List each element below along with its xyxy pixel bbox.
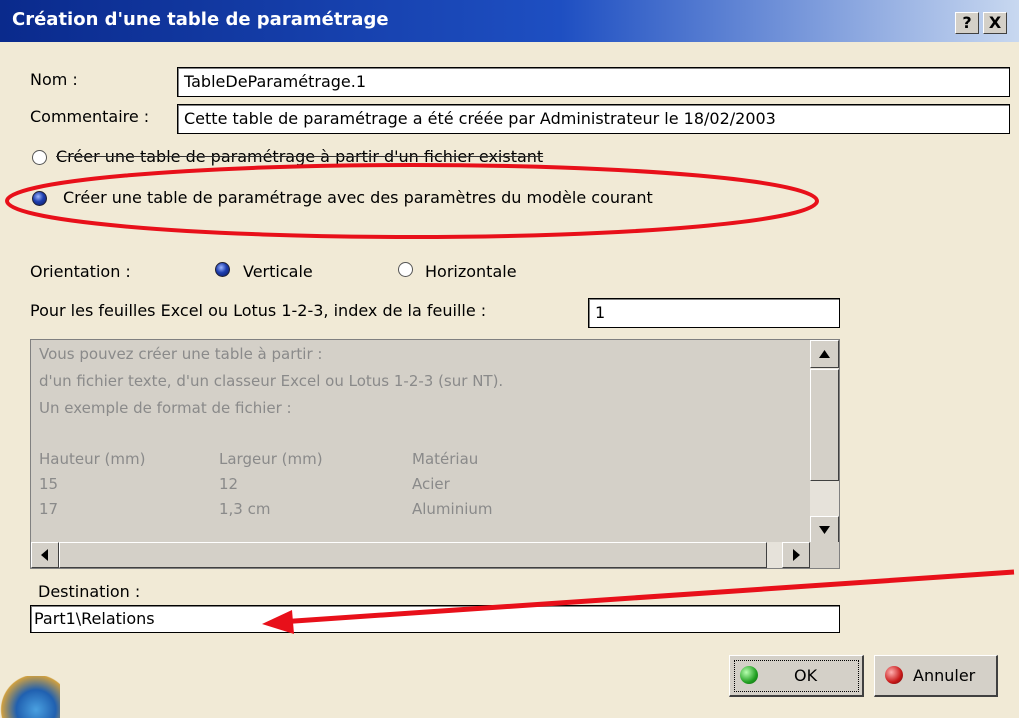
- annotation-arrow-line: [279, 569, 1015, 625]
- annotation-overlay: [5, 163, 1015, 634]
- annotation-ellipse: [5, 163, 819, 239]
- annotation-arrow-head-icon: [262, 610, 294, 634]
